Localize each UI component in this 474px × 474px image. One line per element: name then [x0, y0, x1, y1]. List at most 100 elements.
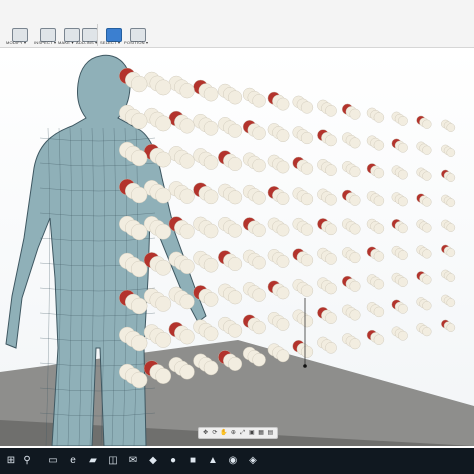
sphere — [300, 101, 314, 114]
sphere — [397, 303, 408, 314]
pan-icon[interactable]: ✋ — [220, 430, 228, 437]
sphere — [228, 123, 243, 138]
sphere — [373, 223, 385, 234]
sphere — [397, 169, 408, 180]
sphere — [349, 252, 361, 264]
sphere — [252, 158, 266, 173]
sphere — [349, 338, 361, 350]
sphere — [422, 171, 432, 181]
sphere — [130, 75, 148, 93]
display-icon[interactable]: ▣ — [248, 430, 256, 437]
sphere — [397, 223, 408, 234]
position-menu[interactable]: POSITION ▾ — [124, 2, 154, 45]
sphere-grid[interactable] — [118, 67, 456, 389]
sphere — [228, 290, 243, 305]
sphere — [422, 327, 432, 337]
sphere — [300, 162, 314, 175]
sphere — [300, 315, 314, 328]
sphere — [203, 257, 219, 273]
sphere — [155, 331, 172, 348]
sphere — [130, 149, 148, 167]
sphere — [203, 189, 219, 205]
app-icon-6[interactable]: ◈ — [246, 454, 260, 468]
sphere — [349, 108, 361, 120]
toolbar-divider — [97, 24, 98, 46]
sphere — [276, 317, 290, 331]
position-label: POSITION ▾ — [124, 40, 149, 45]
sphere — [325, 282, 337, 295]
windows-icon[interactable]: ⊞ — [4, 454, 18, 468]
sphere — [228, 323, 243, 338]
view-icon[interactable]: ▤ — [266, 430, 274, 437]
fit-icon[interactable]: ⤢ — [239, 430, 247, 437]
sphere — [446, 323, 456, 332]
sphere — [349, 280, 361, 292]
sphere — [397, 116, 408, 126]
app-icon-4[interactable]: ▲ — [206, 454, 220, 468]
sphere — [203, 155, 219, 170]
sphere — [252, 94, 266, 108]
orbit-icon[interactable]: ⟳ — [211, 430, 219, 437]
sphere — [276, 286, 290, 300]
sphere — [446, 273, 456, 282]
folder-icon[interactable]: ▰ — [86, 454, 100, 468]
sphere — [325, 312, 337, 324]
sphere — [179, 364, 195, 380]
scene-canvas[interactable] — [0, 48, 474, 446]
sphere — [228, 356, 243, 371]
sphere — [373, 251, 385, 262]
task-view-icon[interactable]: ▭ — [46, 454, 60, 468]
move-icon[interactable]: ✥ — [202, 430, 210, 437]
3d-viewport[interactable] — [0, 48, 474, 446]
sphere — [422, 119, 432, 129]
sphere — [228, 256, 243, 271]
sphere — [300, 131, 314, 145]
sphere — [446, 173, 456, 182]
sphere — [325, 105, 337, 117]
edge-icon[interactable]: e — [66, 454, 80, 468]
sphere — [349, 194, 361, 206]
grid-icon[interactable]: ▦ — [257, 430, 265, 437]
sphere — [373, 306, 385, 318]
sphere — [300, 254, 314, 267]
sphere — [252, 320, 266, 335]
sphere — [228, 223, 243, 238]
sphere — [179, 153, 195, 169]
sphere — [155, 368, 172, 384]
sphere — [252, 191, 266, 205]
sphere — [373, 167, 385, 179]
app-icon-2[interactable]: ● — [166, 454, 180, 468]
sphere — [252, 353, 266, 367]
sphere — [252, 288, 266, 302]
sphere — [155, 151, 172, 168]
sphere — [300, 193, 314, 206]
sphere — [446, 223, 456, 232]
sphere — [130, 260, 148, 278]
sphere — [276, 223, 290, 237]
toolbar: MODIFY ▾ INSPECT ▾ MAKE ▾ ADD-INS ▾ SELE… — [0, 0, 474, 48]
sphere — [397, 196, 408, 207]
mail-icon[interactable]: ✉ — [126, 454, 140, 468]
sphere — [373, 195, 385, 207]
store-icon[interactable]: ◫ — [106, 454, 120, 468]
zoom-icon[interactable]: ⊕ — [229, 430, 237, 437]
sphere — [276, 160, 290, 174]
app-icon-3[interactable]: ■ — [186, 454, 200, 468]
sphere — [155, 295, 172, 312]
app-icon-5[interactable]: ◉ — [226, 454, 240, 468]
sphere — [203, 360, 219, 376]
sphere — [155, 187, 172, 204]
sphere — [130, 223, 148, 241]
app-icon-1[interactable]: ◆ — [146, 454, 160, 468]
sphere — [373, 278, 385, 290]
sphere — [203, 326, 219, 342]
sphere — [422, 223, 432, 233]
sphere — [325, 193, 337, 206]
sphere — [276, 129, 290, 143]
sphere — [300, 284, 314, 297]
sphere — [446, 298, 456, 307]
search-icon[interactable]: ⚲ — [20, 454, 34, 468]
modify-menu[interactable]: MODIFY ▾ — [6, 2, 36, 45]
sphere — [373, 334, 385, 345]
sphere — [422, 145, 432, 155]
